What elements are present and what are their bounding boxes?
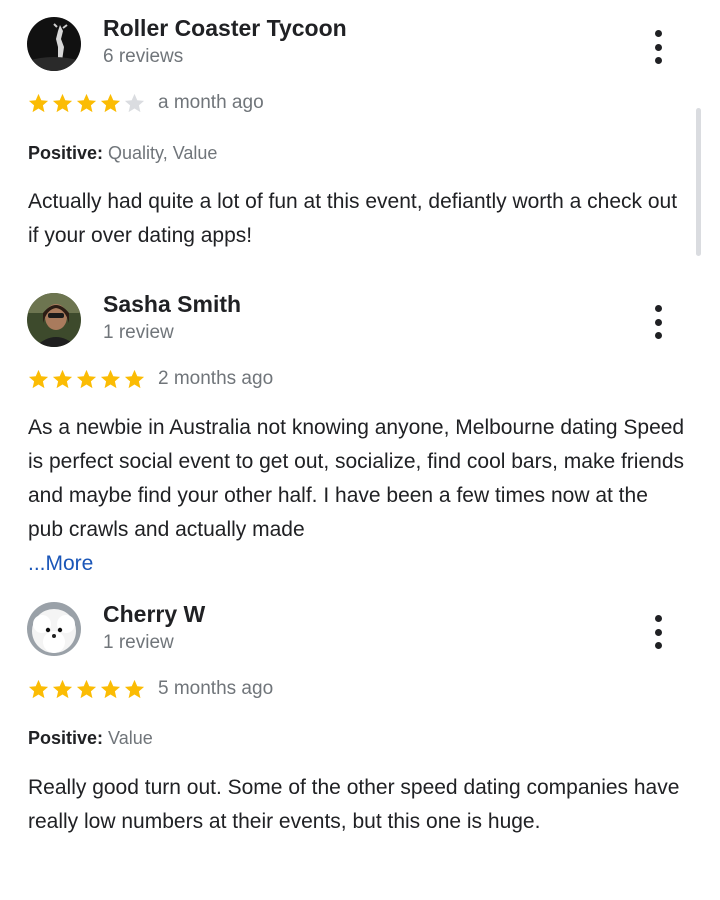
star-icon (27, 678, 50, 700)
review-text: As a newbie in Australia not knowing any… (28, 411, 688, 581)
review-date: 2 months ago (158, 368, 274, 389)
review-count: 1 review (103, 632, 174, 653)
star-icon (27, 92, 50, 114)
more-vert-icon[interactable] (646, 305, 670, 339)
positive-values: Quality, Value (103, 143, 218, 163)
star-icon (51, 368, 74, 390)
positive-attributes: Positive: Quality, Value (28, 143, 217, 164)
review-count: 6 reviews (103, 46, 184, 67)
review-text-body: As a newbie in Australia not knowing any… (28, 416, 685, 541)
star-icon (27, 368, 50, 390)
positive-attributes: Positive: Value (28, 728, 153, 749)
star-icon (99, 368, 122, 390)
star-icon (123, 92, 146, 114)
avatar[interactable] (27, 602, 81, 656)
star-rating (27, 92, 146, 114)
review-count: 1 review (103, 322, 174, 343)
positive-values: Value (103, 728, 153, 748)
review-date: 5 months ago (158, 678, 274, 699)
reviewer-name[interactable]: Cherry W (103, 601, 205, 628)
star-rating (27, 368, 146, 390)
avatar[interactable] (27, 17, 81, 71)
reviewer-name[interactable]: Roller Coaster Tycoon (103, 15, 347, 42)
review-text: Actually had quite a lot of fun at this … (28, 190, 678, 247)
star-icon (75, 368, 98, 390)
more-link[interactable]: ...More (28, 552, 93, 575)
reviewer-name[interactable]: Sasha Smith (103, 291, 241, 318)
star-icon (51, 678, 74, 700)
review-date: a month ago (158, 92, 264, 113)
more-vert-icon[interactable] (646, 615, 670, 649)
star-icon (99, 92, 122, 114)
star-icon (75, 92, 98, 114)
star-icon (123, 678, 146, 700)
star-rating (27, 678, 146, 700)
positive-label: Positive: (28, 728, 104, 748)
star-icon (75, 678, 98, 700)
star-icon (99, 678, 122, 700)
scrollbar[interactable] (696, 108, 701, 256)
positive-label: Positive: (28, 143, 104, 163)
star-icon (51, 92, 74, 114)
more-vert-icon[interactable] (646, 30, 670, 64)
avatar[interactable] (27, 293, 81, 347)
star-icon (123, 368, 146, 390)
review-text: Really good turn out. Some of the other … (28, 776, 680, 833)
